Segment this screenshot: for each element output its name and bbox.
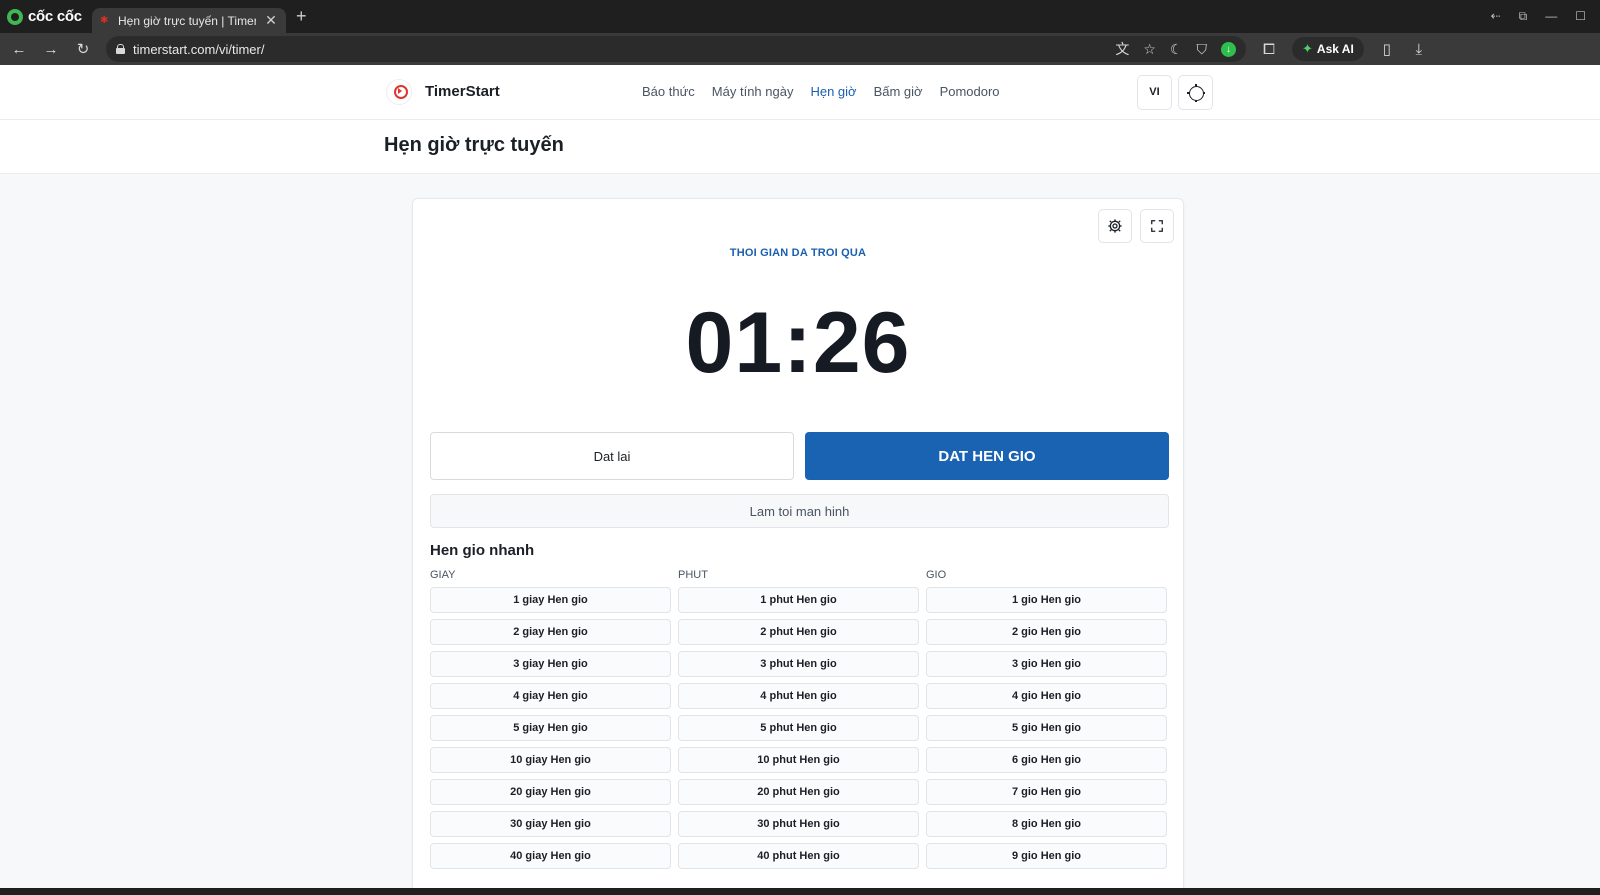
- os-taskbar-edge: [0, 888, 1600, 895]
- set-timer-button[interactable]: DAT HEN GIO: [805, 432, 1169, 480]
- fullscreen-button[interactable]: [1140, 209, 1174, 243]
- ask-ai-label: Ask AI: [1316, 42, 1354, 56]
- quick-minutes-button[interactable]: 5 phut Hen gio: [678, 715, 919, 741]
- quick-timer-title: Hen gio nhanh: [430, 542, 535, 559]
- omnibox-actions: 文 ☆ ☾ ⛉ ↓: [1115, 39, 1236, 59]
- quick-minutes-button[interactable]: 20 phut Hen gio: [678, 779, 919, 805]
- dark-mode-moon-icon[interactable]: ☾: [1170, 41, 1183, 58]
- sun-core: [1189, 86, 1204, 101]
- shield-icon[interactable]: ⛉: [1197, 41, 1208, 58]
- quick-seconds-button[interactable]: 1 giay Hen gio: [430, 587, 671, 613]
- quick-minutes-button[interactable]: 1 phut Hen gio: [678, 587, 919, 613]
- quick-hours-button[interactable]: 7 gio Hen gio: [926, 779, 1167, 805]
- site-header: TimerStart Báo thức Máy tính ngày Hẹn gi…: [0, 65, 1600, 120]
- ask-ai-button[interactable]: ✦ Ask AI: [1292, 37, 1364, 61]
- timer-card: THOI GIAN DA TROI QUA 01:26 Dat lai DAT …: [412, 198, 1184, 888]
- omnibox[interactable]: timerstart.com/vi/timer/ 文 ☆ ☾ ⛉ ↓: [106, 36, 1246, 62]
- quick-seconds-button[interactable]: 30 giay Hen gio: [430, 811, 671, 837]
- forward-icon[interactable]: →: [42, 41, 60, 58]
- quick-hours-button[interactable]: 4 gio Hen gio: [926, 683, 1167, 709]
- tab-search-icon[interactable]: ⇠: [1491, 9, 1501, 24]
- back-icon[interactable]: ←: [10, 41, 28, 58]
- timerstart-logo-icon[interactable]: [386, 79, 412, 105]
- browser-brand[interactable]: cốc cốc: [0, 0, 88, 33]
- browser-address-bar: ← → ↻ timerstart.com/vi/timer/ 文 ☆ ☾ ⛉ ↓…: [0, 33, 1600, 65]
- site-name[interactable]: TimerStart: [425, 83, 500, 100]
- browser-tab-active[interactable]: ✱ Hẹn giờ trực tuyến | TimerS ✕: [92, 8, 286, 33]
- quick-minutes-button[interactable]: 2 phut Hen gio: [678, 619, 919, 645]
- quick-seconds-button[interactable]: 10 giay Hen gio: [430, 747, 671, 773]
- screenshot-icon[interactable]: ⧉: [1519, 9, 1528, 24]
- coccoc-logo-icon: [7, 8, 23, 25]
- translate-icon[interactable]: 文: [1115, 39, 1129, 59]
- browser-brand-name: cốc cốc: [28, 8, 82, 25]
- quick-col-seconds: GIAY 1 giay Hen gio 2 giay Hen gio 3 gia…: [430, 569, 671, 875]
- quick-hours-button[interactable]: 8 gio Hen gio: [926, 811, 1167, 837]
- tab-title: Hẹn giờ trực tuyến | TimerS: [118, 13, 256, 28]
- split-view-icon[interactable]: ▯: [1378, 40, 1396, 58]
- dim-screen-button[interactable]: Lam toi man hinh: [430, 494, 1169, 528]
- quick-hours-button[interactable]: 2 gio Hen gio: [926, 619, 1167, 645]
- theme-toggle-button[interactable]: [1178, 75, 1213, 110]
- col-header-seconds: GIAY: [430, 569, 456, 581]
- fullscreen-icon: [1151, 220, 1163, 232]
- quick-minutes-button[interactable]: 30 phut Hen gio: [678, 811, 919, 837]
- nav-stopwatch[interactable]: Bấm giờ: [874, 84, 923, 99]
- reset-button[interactable]: Dat lai: [430, 432, 794, 480]
- download-green-icon[interactable]: ↓: [1221, 41, 1236, 57]
- quick-minutes-button[interactable]: 10 phut Hen gio: [678, 747, 919, 773]
- bookmark-star-icon[interactable]: ☆: [1143, 41, 1156, 58]
- quick-seconds-button[interactable]: 5 giay Hen gio: [430, 715, 671, 741]
- quick-minutes-button[interactable]: 40 phut Hen gio: [678, 843, 919, 869]
- quick-hours-button[interactable]: 1 gio Hen gio: [926, 587, 1167, 613]
- main-nav: Báo thức Máy tính ngày Hẹn giờ Bấm giờ P…: [642, 84, 1000, 99]
- quick-seconds-button[interactable]: 20 giay Hen gio: [430, 779, 671, 805]
- timer-display: 01:26: [685, 295, 911, 391]
- extensions-icon[interactable]: ⧠: [1260, 41, 1278, 58]
- col-header-minutes: PHUT: [678, 569, 708, 581]
- quick-seconds-button[interactable]: 40 giay Hen gio: [430, 843, 671, 869]
- quick-hours-button[interactable]: 9 gio Hen gio: [926, 843, 1167, 869]
- quick-minutes-button[interactable]: 3 phut Hen gio: [678, 651, 919, 677]
- url-text[interactable]: timerstart.com/vi/timer/: [133, 42, 1107, 57]
- nav-timer[interactable]: Hẹn giờ: [810, 84, 856, 99]
- quick-hours-button[interactable]: 6 gio Hen gio: [926, 747, 1167, 773]
- sparkle-icon: ✦: [1302, 41, 1313, 56]
- browser-tab-bar: cốc cốc ✱ Hẹn giờ trực tuyến | TimerS ✕ …: [0, 0, 1600, 33]
- quick-hours-button[interactable]: 5 gio Hen gio: [926, 715, 1167, 741]
- timer-favicon-icon: ✱: [100, 14, 109, 26]
- quick-seconds-button[interactable]: 2 giay Hen gio: [430, 619, 671, 645]
- new-tab-icon[interactable]: +: [296, 6, 307, 27]
- quick-col-minutes: PHUT 1 phut Hen gio 2 phut Hen gio 3 phu…: [678, 569, 919, 875]
- page-title: Hẹn giờ trực tuyến: [384, 134, 564, 156]
- quick-minutes-button[interactable]: 4 phut Hen gio: [678, 683, 919, 709]
- nav-alarm[interactable]: Báo thức: [642, 84, 695, 99]
- quick-seconds-button[interactable]: 3 giay Hen gio: [430, 651, 671, 677]
- settings-button[interactable]: [1098, 209, 1132, 243]
- title-strip: Hẹn giờ trực tuyến: [0, 120, 1600, 174]
- quick-hours-button[interactable]: 3 gio Hen gio: [926, 651, 1167, 677]
- tab-close-icon[interactable]: ✕: [264, 12, 278, 29]
- nav-date-calculator[interactable]: Máy tính ngày: [712, 84, 794, 99]
- lock-icon[interactable]: [116, 44, 125, 54]
- gear-icon: [1108, 219, 1122, 233]
- web-page: TimerStart Báo thức Máy tính ngày Hẹn gi…: [0, 65, 1600, 888]
- quick-timer-grid: GIAY 1 giay Hen gio 2 giay Hen gio 3 gia…: [430, 569, 1169, 875]
- maximize-icon[interactable]: ☐: [1575, 9, 1586, 24]
- reload-icon[interactable]: ↻: [74, 40, 92, 58]
- nav-pomodoro[interactable]: Pomodoro: [940, 84, 1000, 99]
- quick-seconds-button[interactable]: 4 giay Hen gio: [430, 683, 671, 709]
- window-controls: ⇠ ⧉ — ☐: [1491, 9, 1600, 24]
- elapsed-time-label: THOI GIAN DA TROI QUA: [729, 247, 867, 259]
- quick-col-hours: GIO 1 gio Hen gio 2 gio Hen gio 3 gio He…: [926, 569, 1167, 875]
- downloads-icon[interactable]: ⤓: [1410, 41, 1428, 58]
- minimize-icon[interactable]: —: [1545, 9, 1557, 24]
- col-header-hours: GIO: [926, 569, 947, 581]
- language-button[interactable]: VI: [1137, 75, 1172, 110]
